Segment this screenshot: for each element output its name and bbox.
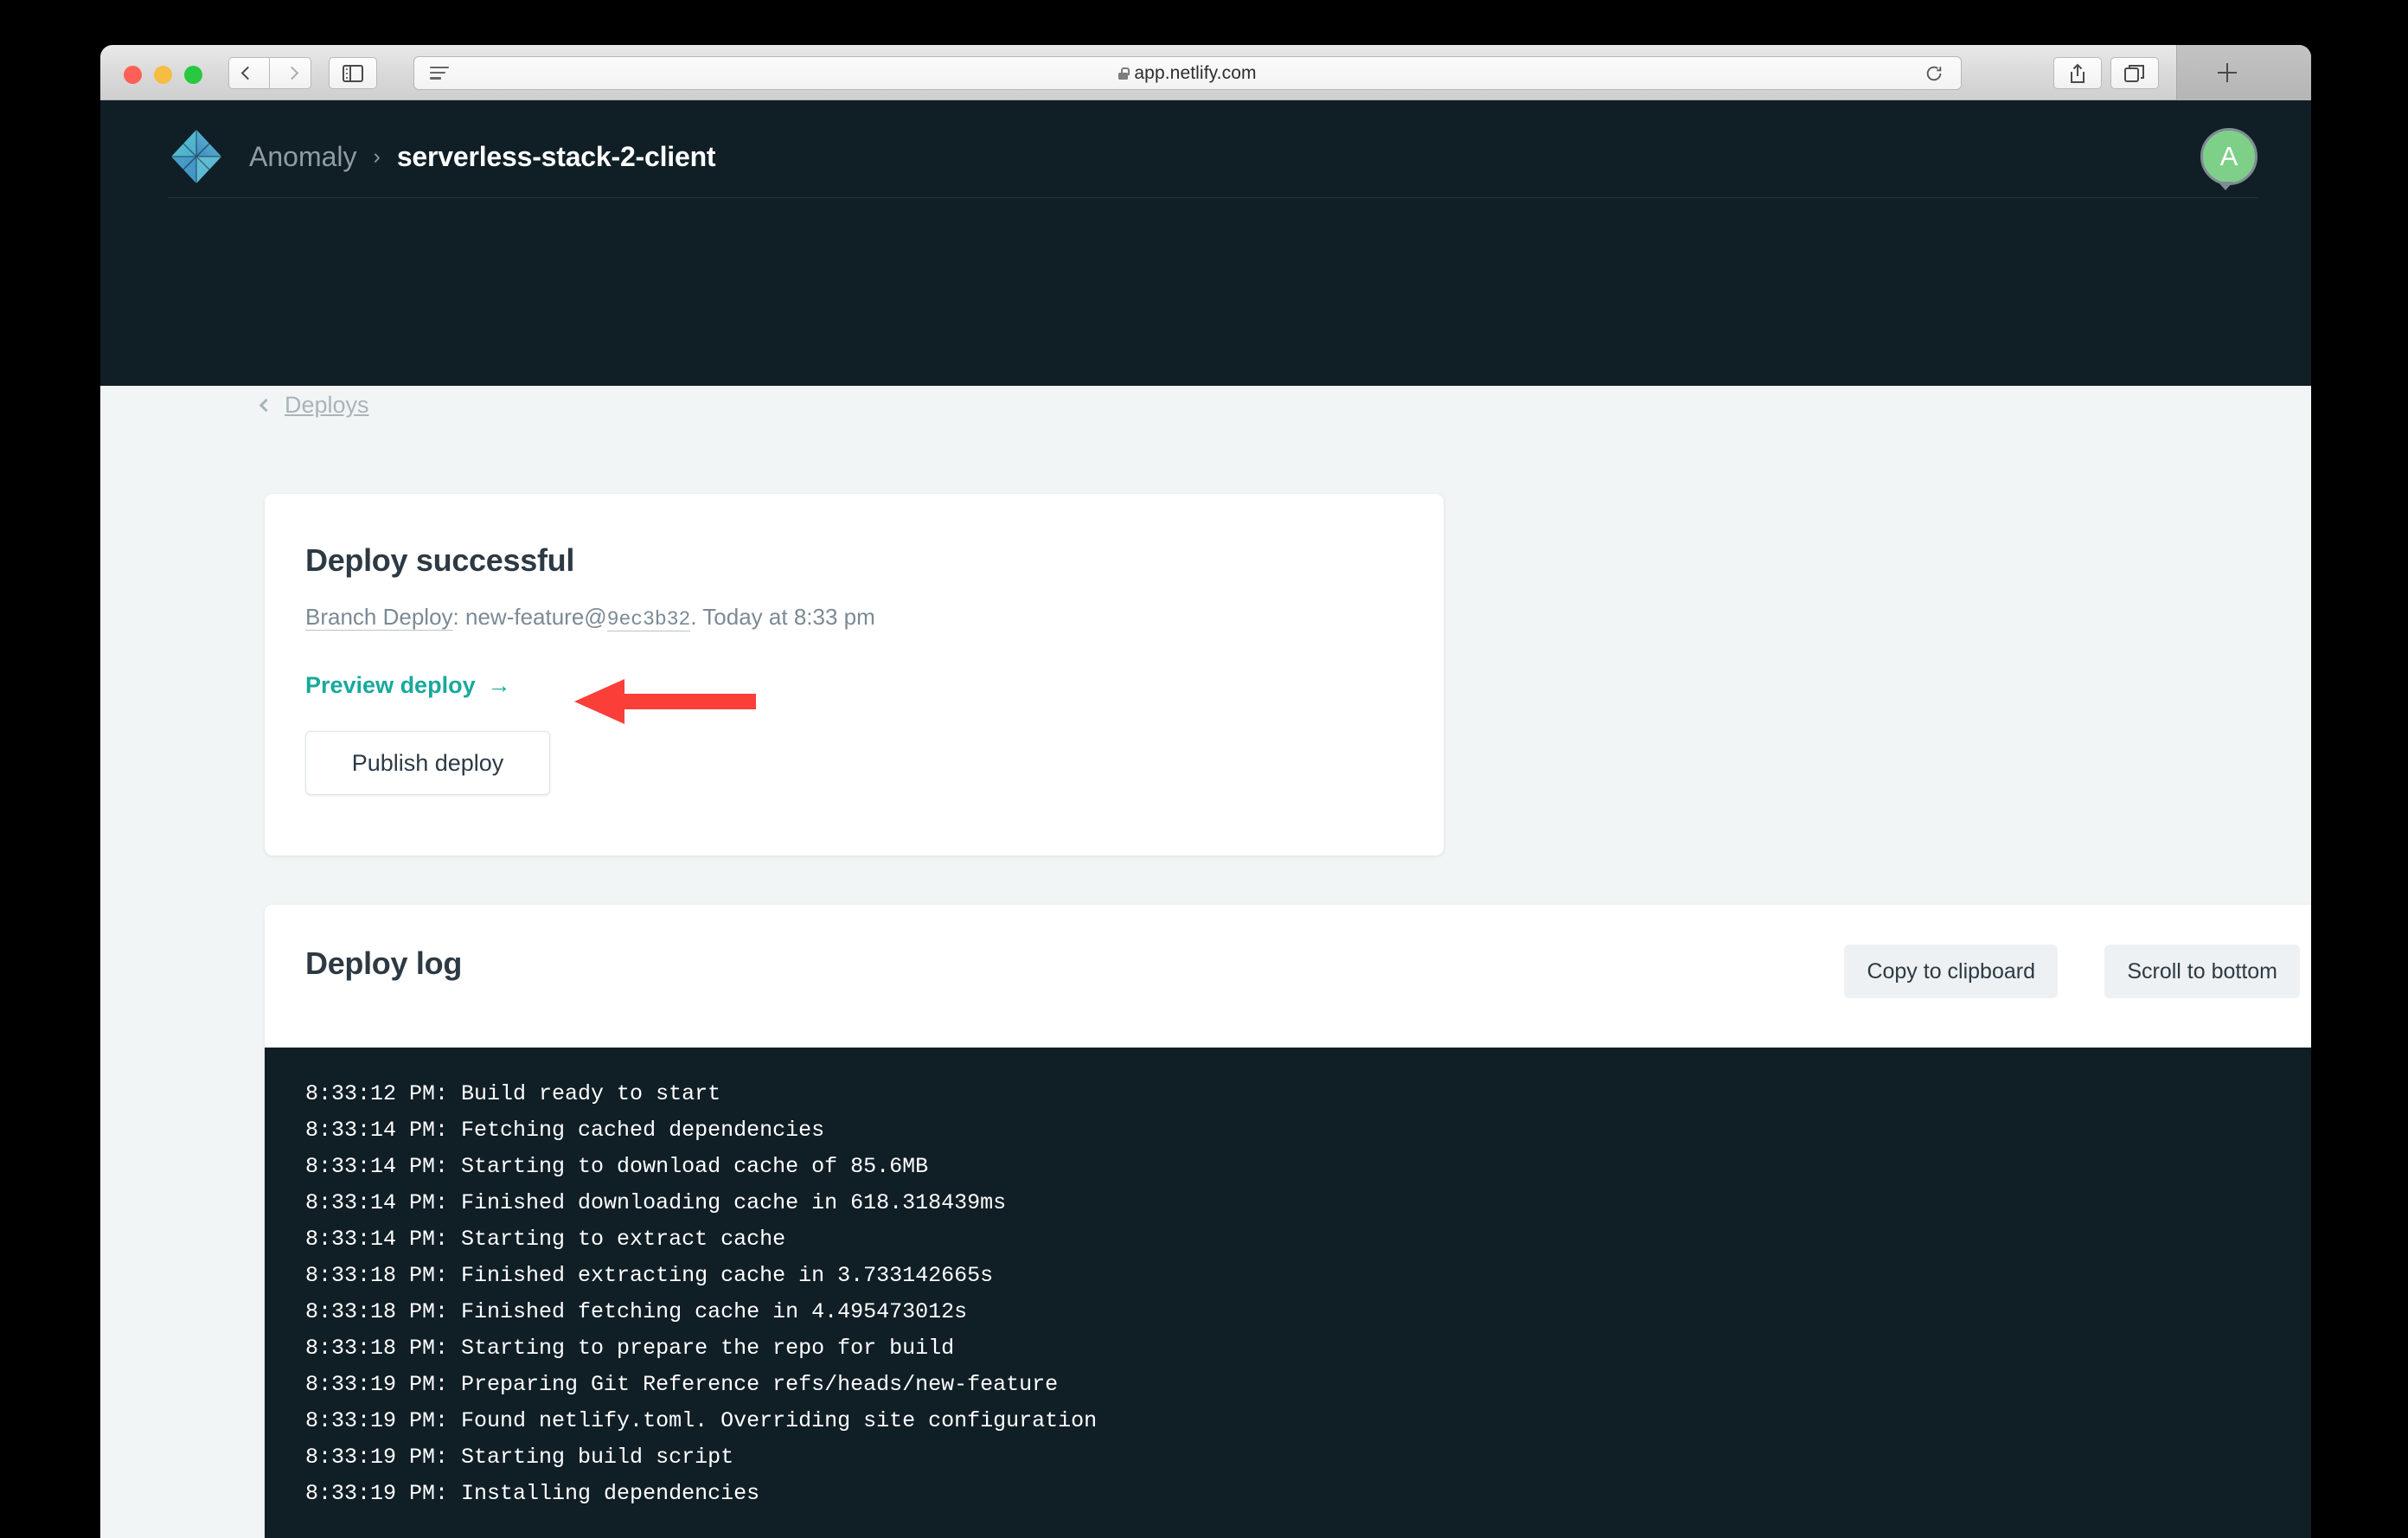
log-line: 8:33:14 PM: Fetching cached dependencies bbox=[305, 1118, 825, 1143]
address-bar-content: app.netlify.com bbox=[414, 63, 1961, 84]
deploy-timestamp: . Today at 8:33 pm bbox=[690, 604, 875, 630]
maximize-window-button[interactable] bbox=[184, 66, 202, 84]
lock-icon bbox=[1118, 67, 1130, 80]
url-text: app.netlify.com bbox=[1134, 62, 1257, 83]
deploy-meta-separator: : bbox=[452, 604, 465, 630]
publish-deploy-button[interactable]: Publish deploy bbox=[305, 731, 550, 795]
log-line: 8:33:12 PM: Build ready to start bbox=[305, 1081, 721, 1106]
reload-icon[interactable] bbox=[1924, 63, 1944, 84]
arrow-right-icon: → bbox=[487, 672, 511, 698]
avatar[interactable]: A bbox=[2200, 128, 2258, 185]
netlify-logo[interactable] bbox=[168, 128, 225, 185]
log-line: 8:33:18 PM: Finished fetching cache in 4… bbox=[305, 1299, 968, 1324]
avatar-notch bbox=[2218, 182, 2233, 190]
log-line: 8:33:18 PM: Finished extracting cache in… bbox=[305, 1263, 994, 1288]
tab-overview-button[interactable] bbox=[2110, 57, 2159, 89]
minimize-window-button[interactable] bbox=[154, 66, 172, 84]
address-bar[interactable]: app.netlify.com bbox=[413, 56, 1962, 90]
deploy-meta: Branch Deploy: new-feature@9ec3b32. Toda… bbox=[305, 604, 875, 631]
deploy-log-panel: Deploy log Copy to clipboard Scroll to b… bbox=[265, 905, 2311, 1538]
log-line: 8:33:19 PM: Starting build script bbox=[305, 1445, 734, 1470]
share-button[interactable] bbox=[2053, 57, 2102, 89]
log-line: 8:33:14 PM: Finished downloading cache i… bbox=[305, 1190, 1007, 1215]
log-line: 8:33:14 PM: Starting to extract cache bbox=[305, 1227, 786, 1252]
window-controls bbox=[124, 66, 202, 84]
log-line: 8:33:19 PM: Preparing Git Reference refs… bbox=[305, 1372, 1059, 1397]
page-viewport: Anomaly › serverless-stack-2-client A De… bbox=[100, 100, 2311, 1538]
breadcrumb: Anomaly › serverless-stack-2-client bbox=[249, 130, 716, 183]
browser-toolbar: app.netlify.com bbox=[100, 45, 2311, 100]
chevron-left-icon bbox=[240, 66, 255, 80]
close-window-button[interactable] bbox=[124, 66, 142, 84]
header-divider bbox=[168, 197, 2258, 198]
back-button[interactable] bbox=[228, 57, 270, 89]
forward-button[interactable] bbox=[270, 57, 311, 89]
log-line: 8:33:18 PM: Starting to prepare the repo… bbox=[305, 1336, 955, 1361]
chevron-left-icon bbox=[259, 398, 273, 413]
deploy-log-output[interactable]: 8:33:12 PM: Build ready to start 8:33:14 … bbox=[265, 1048, 2311, 1538]
annotation-arrow-icon bbox=[574, 679, 756, 724]
sidebar-toggle-button[interactable] bbox=[329, 57, 377, 89]
breadcrumb-separator: › bbox=[373, 144, 381, 169]
reader-view-icon[interactable] bbox=[430, 67, 449, 83]
back-to-deploys-link[interactable]: Deploys bbox=[259, 392, 369, 419]
new-tab-button[interactable] bbox=[2176, 45, 2311, 100]
breadcrumb-team[interactable]: Anomaly bbox=[249, 141, 357, 173]
plus-icon bbox=[2218, 63, 2237, 82]
breadcrumb-site[interactable]: serverless-stack-2-client bbox=[397, 141, 716, 173]
scroll-to-bottom-button[interactable]: Scroll to bottom bbox=[2104, 945, 2300, 998]
deploy-status-title: Deploy successful bbox=[305, 542, 575, 578]
deploy-type-label[interactable]: Branch Deploy bbox=[305, 604, 453, 631]
tab-overview-icon bbox=[2124, 64, 2144, 82]
share-icon bbox=[2071, 63, 2085, 83]
deploy-branch: new-feature@ bbox=[465, 604, 607, 630]
log-line: 8:33:19 PM: Found netlify.toml. Overridi… bbox=[305, 1408, 1098, 1433]
chevron-right-icon bbox=[285, 66, 298, 80]
deploy-status-card: Deploy successful Branch Deploy: new-fea… bbox=[265, 494, 1444, 856]
preview-deploy-link[interactable]: Preview deploy → bbox=[305, 672, 511, 699]
log-line: 8:33:19 PM: Installing dependencies bbox=[305, 1481, 760, 1506]
deploy-log-title: Deploy log bbox=[305, 945, 463, 981]
sidebar-toggle-icon bbox=[343, 64, 363, 82]
log-line: 8:33:14 PM: Starting to download cache o… bbox=[305, 1154, 929, 1179]
preview-deploy-label: Preview deploy bbox=[305, 672, 476, 698]
site-header: Anomaly › serverless-stack-2-client A bbox=[100, 100, 2311, 198]
copy-to-clipboard-button[interactable]: Copy to clipboard bbox=[1844, 945, 2058, 998]
deploy-commit-hash[interactable]: 9ec3b32 bbox=[606, 608, 691, 631]
browser-window: app.netlify.com Anomaly › serverless-sta… bbox=[100, 45, 2311, 1538]
back-link-label: Deploys bbox=[285, 392, 369, 418]
